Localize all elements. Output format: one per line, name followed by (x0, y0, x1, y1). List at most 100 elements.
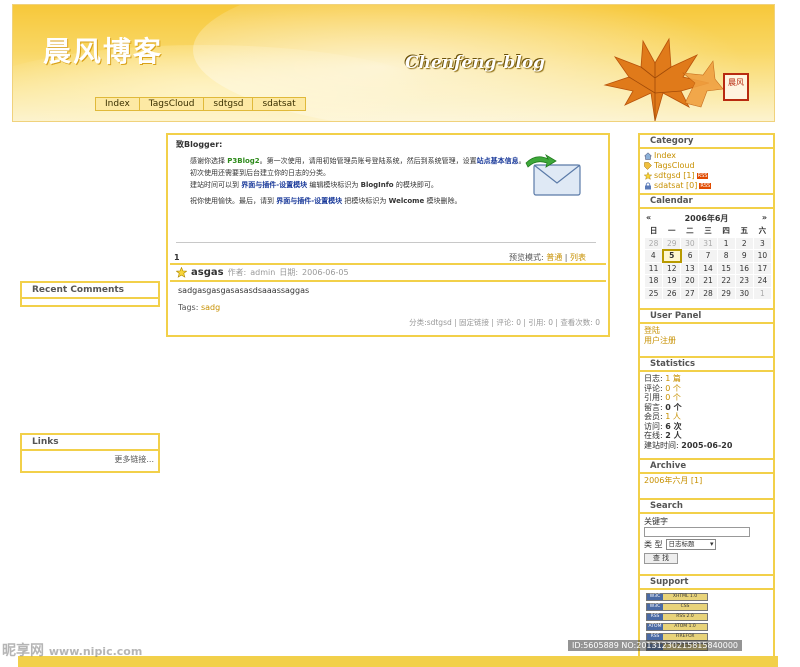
divider (176, 242, 596, 243)
calendar-day: 6 (680, 249, 700, 263)
calendar-day: 1 (716, 236, 736, 250)
calendar-day: 18 (643, 274, 664, 288)
watermark-id: ID:5605889 NO:20131230215815840000 (568, 640, 743, 651)
page-number[interactable]: 1 (174, 253, 180, 262)
calendar-day-today[interactable]: 5 (661, 248, 682, 263)
stat-row: 在线: 2 人 (644, 431, 682, 440)
search-title: Search (640, 498, 773, 514)
category-item[interactable]: sdatsat [0] RSS (644, 181, 769, 191)
trackbacks-link[interactable]: 引用: 0 (528, 318, 553, 327)
calendar-day: 30 (734, 286, 754, 300)
calendar-day: 19 (662, 274, 682, 288)
type-label: 类 型 (644, 540, 663, 549)
tag-link[interactable]: sadg (201, 303, 220, 312)
w3c-xhtml-badge[interactable]: W3C XHTML 1.0 (646, 593, 708, 601)
post-author-label: 作者: (227, 268, 247, 277)
category-item[interactable]: TagsCloud (644, 161, 769, 171)
star-icon (176, 267, 187, 278)
category-section: Category Index TagsCloud sdtgsd [1] RSS … (640, 135, 773, 193)
post-body: sadgasgasgasasasdsaaassaggas (170, 280, 606, 299)
p3blog-link[interactable]: P3Blog2 (227, 157, 259, 165)
support-title: Support (640, 574, 773, 590)
comments-link[interactable]: 评论: 0 (496, 318, 521, 327)
nav-index[interactable]: Index (96, 98, 140, 110)
user-panel-title: User Panel (640, 308, 773, 324)
calendar-day: 22 (716, 274, 736, 288)
site-title[interactable]: 晨风博客 (43, 30, 163, 70)
statistics-section: Statistics 日志: 1 篇 评论: 0 个 引用: 0 个 留言: 0… (640, 356, 773, 452)
more-links[interactable]: 更多链接... (22, 451, 158, 471)
calendar-day: 16 (734, 261, 754, 275)
lock-icon (645, 182, 651, 190)
calendar-day: 21 (698, 274, 718, 288)
header-banner: 晨风博客 Chenfeng-blog 晨风 Index TagsCloud sd… (12, 4, 775, 122)
post-footer: 分类:sdtgsd | 固定链接 | 评论: 0 | 引用: 0 | 查看次数:… (409, 318, 600, 327)
login-link[interactable]: 登陆 (644, 326, 769, 336)
calendar-day: 31 (698, 236, 718, 250)
post-tags: Tags: sadg (178, 303, 221, 312)
rss-badge[interactable]: RSS (699, 183, 712, 189)
calendar-day: 2 (734, 236, 754, 250)
mail-icon (525, 153, 581, 196)
main-content: 致Blogger: 感谢你选择 P3Blog2。第一次使用，请用初始管理员账号登… (166, 133, 610, 337)
post-author[interactable]: admin (250, 268, 275, 277)
calendar-day: 1 (752, 286, 773, 300)
rss-badge[interactable]: RSS (696, 173, 709, 179)
stat-row: 评论: 0 个 (644, 383, 681, 393)
nav-sdtgsd[interactable]: sdtgsd (204, 98, 254, 110)
calendar-day: 8 (716, 249, 736, 263)
calendar-next-button[interactable]: » (762, 213, 767, 224)
calendar-day: 11 (643, 261, 664, 275)
search-type-select[interactable]: 日志标题 (665, 539, 716, 550)
calendar-day: 28 (698, 286, 718, 300)
register-link[interactable]: 用户注册 (644, 336, 769, 346)
statistics-title: Statistics (640, 356, 773, 372)
permalink[interactable]: 固定链接 (459, 318, 489, 327)
module-settings-link[interactable]: 界面与插件-设置模块 (241, 181, 307, 189)
post-entry: asgas 作者: admin 日期: 2006-06-05 sadgasgas… (170, 263, 606, 329)
archive-link[interactable]: 2006年六月 [1] (644, 476, 769, 486)
calendar-day: 30 (680, 236, 700, 250)
category-item[interactable]: sdtgsd [1] RSS (644, 171, 769, 181)
post-category-link[interactable]: sdtgsd (427, 318, 452, 327)
watermark: 昵享网 www.nipic.com (2, 643, 143, 659)
notice-title: 致Blogger: (176, 140, 223, 149)
calendar-day: 10 (752, 249, 773, 263)
calendar-day: 17 (752, 261, 773, 275)
archive-title: Archive (640, 458, 773, 474)
module-settings-link[interactable]: 界面与插件-设置模块 (276, 197, 342, 205)
recent-comments-title: Recent Comments (22, 283, 158, 299)
post-header: asgas 作者: admin 日期: 2006-06-05 (170, 265, 606, 280)
stat-row: 日志: 1 篇 (644, 374, 681, 383)
search-input[interactable] (644, 527, 750, 537)
site-logo-text: Chenfeng-blog (405, 53, 546, 73)
calendar-header: « 2006年6月 » (644, 213, 769, 224)
calendar-day: 23 (734, 274, 754, 288)
home-icon (644, 152, 652, 160)
calendar-day: 15 (716, 261, 736, 275)
stat-row: 建站时间: 2005-06-20 (644, 440, 733, 450)
archive-section: Archive 2006年六月 [1] (640, 458, 773, 488)
nav-tagscloud[interactable]: TagsCloud (140, 98, 205, 110)
view-list-link[interactable]: 列表 (570, 253, 586, 262)
w3c-css-badge[interactable]: W3C CSS (646, 603, 708, 611)
category-item[interactable]: Index (644, 151, 769, 161)
calendar-day: 25 (643, 286, 664, 300)
view-count: 查看次数: 0 (560, 318, 600, 327)
search-button[interactable]: 查 找 (644, 553, 678, 564)
calendar-day: 29 (662, 236, 682, 250)
calendar-grid: 日 一 二 三 四 五 六 28 29 30 31 1 2 3 4 5 6 7 … (643, 224, 773, 300)
calendar-day: 12 (662, 261, 682, 275)
post-date: 2006-06-05 (302, 268, 349, 277)
nav-sdatsat[interactable]: sdatsat (253, 98, 304, 110)
calendar-day: 13 (680, 261, 700, 275)
post-title[interactable]: asgas (191, 267, 224, 278)
calendar-prev-button[interactable]: « (646, 213, 651, 224)
view-normal-link[interactable]: 普通 (546, 253, 562, 262)
calendar-day: 29 (716, 286, 736, 300)
rss-badge[interactable]: RSS RSS 2.0 (646, 613, 708, 621)
atom-badge[interactable]: ATOM ATOM 1.0 (646, 623, 708, 631)
calendar-month: 2006年6月 (684, 214, 729, 223)
site-settings-link[interactable]: 站点基本信息 (477, 157, 519, 165)
calendar-day: 7 (698, 249, 718, 263)
